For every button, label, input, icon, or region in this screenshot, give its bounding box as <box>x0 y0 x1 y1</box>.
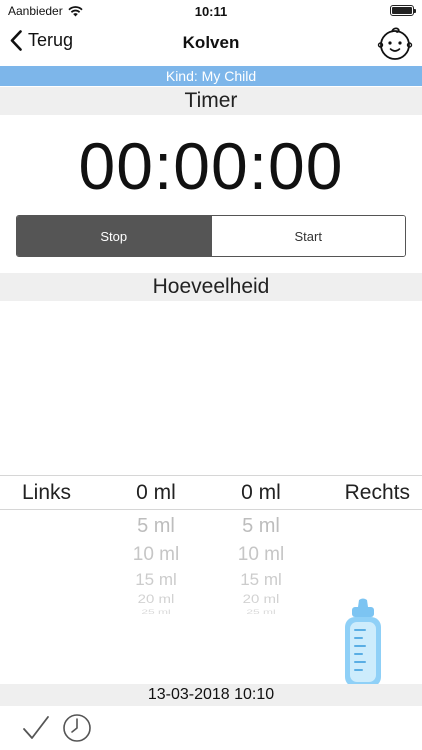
picker-option[interactable]: 25 ml <box>216 609 306 615</box>
amount-section-header: Hoeveelheid <box>0 273 422 301</box>
picker-option[interactable]: 20 ml <box>111 594 201 606</box>
baby-bottle-icon[interactable] <box>342 598 384 690</box>
child-banner[interactable]: Kind: My Child <box>0 66 422 86</box>
timer-segmented-control: Stop Start <box>16 215 406 257</box>
picker-option[interactable]: 25 ml <box>111 609 201 615</box>
left-picker-options[interactable]: 5 ml 10 ml 15 ml 20 ml 25 ml <box>111 512 201 617</box>
timer-display: 00:00:00 <box>78 129 344 203</box>
date-time-bar[interactable]: 13-03-2018 10:10 <box>0 684 422 706</box>
picker-option[interactable]: 15 ml <box>111 570 201 592</box>
status-bar: Aanbieder 10:11 <box>0 0 422 22</box>
right-picker-options[interactable]: 5 ml 10 ml 15 ml 20 ml 25 ml <box>216 512 306 617</box>
page-title: Kolven <box>182 33 240 52</box>
left-amount-selected[interactable]: 0 ml <box>111 481 201 505</box>
stop-segment[interactable]: Stop <box>17 216 211 256</box>
picker-option[interactable]: 10 ml <box>111 542 201 570</box>
baby-face-icon[interactable] <box>376 24 414 62</box>
picker-option[interactable]: 10 ml <box>216 542 306 570</box>
picker-option[interactable]: 5 ml <box>111 512 201 542</box>
right-side-label: Rechts <box>344 481 410 504</box>
amount-picker-selection-row[interactable]: Links 0 ml 0 ml Rechts <box>0 475 422 510</box>
battery-icon <box>390 5 416 16</box>
right-amount-selected[interactable]: 0 ml <box>216 481 306 505</box>
start-segment[interactable]: Start <box>210 216 405 256</box>
picker-option[interactable]: 20 ml <box>216 594 306 606</box>
left-side-label: Links <box>22 481 72 504</box>
navigation-bar: Terug Kolven <box>0 22 422 64</box>
status-time: 10:11 <box>194 4 228 19</box>
picker-option[interactable]: 15 ml <box>216 570 306 592</box>
timer-section-header: Timer <box>0 87 422 115</box>
bottom-toolbar <box>0 706 422 750</box>
picker-option[interactable]: 5 ml <box>216 512 306 542</box>
checkmark-icon[interactable] <box>22 714 50 742</box>
clock-icon[interactable] <box>62 713 92 743</box>
